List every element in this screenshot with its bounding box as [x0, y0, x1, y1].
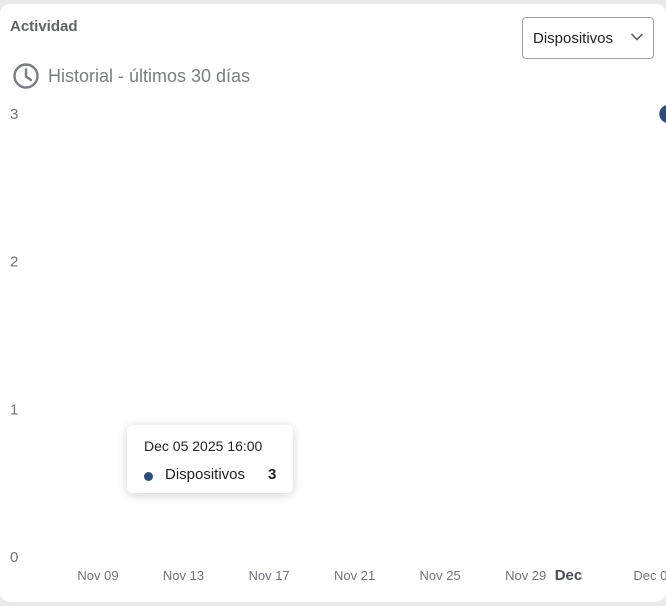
series-point [659, 105, 666, 123]
x-tick-label: Nov 21 [334, 568, 375, 583]
x-tick-label: Nov 29 [505, 568, 546, 583]
tooltip-series-value: 3 [268, 466, 277, 483]
x-tick-label: Nov 17 [248, 568, 289, 583]
x-tick-label: Dec [555, 567, 583, 584]
x-tick-label: Nov 09 [77, 568, 118, 583]
chart-tooltip: Dec 05 2025 16:00 Dispositivos 3 [127, 425, 293, 493]
y-tick-label: 3 [10, 106, 18, 123]
y-tick-label: 2 [10, 254, 18, 271]
y-tick-label: 0 [10, 549, 18, 566]
activity-chart: 0 1 2 3 Nov 09 Nov 13 Nov 17 Nov 21 Nov 25 Nov 29… [10, 105, 666, 584]
x-tick-label: Nov 25 [420, 568, 461, 583]
tooltip-date: Dec 05 2025 16:00 [144, 438, 263, 454]
activity-card: Actividad Dispositivos Historial - últim… [0, 4, 666, 602]
x-tick-label: Dec 05 [633, 568, 666, 583]
y-tick-label: 1 [10, 401, 18, 418]
tooltip-series-marker [144, 472, 153, 481]
x-tick-label: Nov 13 [163, 568, 204, 583]
tooltip-series-name: Dispositivos [165, 466, 246, 483]
